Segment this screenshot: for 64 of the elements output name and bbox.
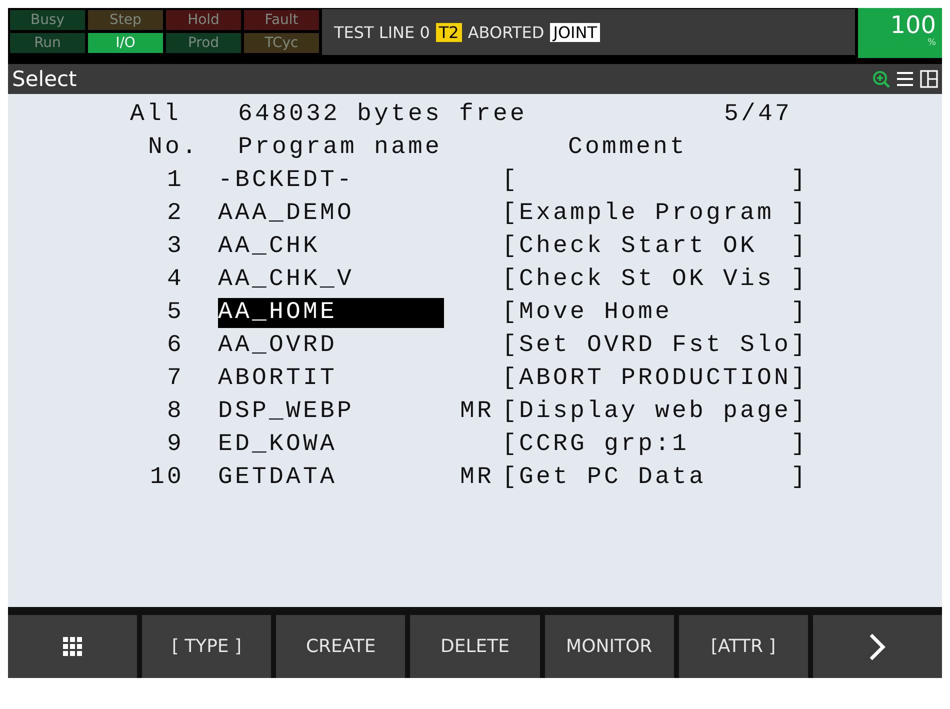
program-name[interactable]: GETDATA (218, 462, 444, 492)
program-name[interactable]: ABORTIT (218, 364, 444, 394)
status-indicator: Hold (166, 10, 241, 30)
program-name[interactable]: AAA_DEMO (218, 198, 444, 228)
grid-icon[interactable] (63, 637, 82, 656)
program-comment: [Move Home ] (502, 299, 808, 326)
menu-key[interactable] (8, 615, 138, 678)
row-number: 5 (166, 299, 184, 326)
program-comment: [Check St OK Vis ] (502, 266, 808, 293)
column-header: Program name (238, 134, 444, 161)
program-comment: [Display web page] (502, 398, 808, 425)
program-comment: [Example Program ] (502, 200, 808, 227)
program-comment: [ ] (502, 167, 808, 194)
column-header: Comment (568, 134, 688, 161)
attribute-text: MR (460, 464, 494, 491)
program-name[interactable]: DSP_WEBP (218, 396, 444, 426)
program-name[interactable]: AA_CHK_V (218, 264, 444, 294)
free-memory-text: 648032 bytes free (238, 101, 528, 128)
menu-icon[interactable] (896, 70, 914, 88)
coord-badge: JOINT (550, 22, 600, 42)
column-header: No. (148, 134, 200, 161)
function-key[interactable]: [ATTR ] (678, 615, 808, 678)
status-indicator: Busy (10, 10, 85, 30)
split-view-icon[interactable] (920, 70, 938, 88)
attribute-text: MR (460, 398, 494, 425)
row-number: 9 (166, 431, 184, 458)
program-comment: [Get PC Data ] (502, 464, 808, 491)
position-counter: 5/47 (722, 101, 792, 128)
row-number: 6 (166, 332, 184, 359)
override-unit: % (927, 38, 936, 48)
row-number: 1 (166, 167, 184, 194)
status-indicator: I/O (88, 33, 163, 53)
chevron-right-icon[interactable] (867, 632, 888, 660)
program-comment: [Set OVRD Fst Slo] (502, 332, 808, 359)
program-name[interactable]: -BCKEDT- (218, 166, 444, 196)
status-indicator: Run (10, 33, 85, 53)
mode-badge: T2 (436, 22, 462, 42)
line-text: TEST LINE 0 (334, 22, 430, 42)
state-text: ABORTED (468, 22, 544, 42)
row-number: 10 (148, 464, 184, 491)
program-comment: [ABORT PRODUCTION] (502, 365, 808, 392)
function-key[interactable]: MONITOR (544, 615, 674, 678)
program-name[interactable]: ED_KOWA (218, 430, 444, 460)
program-comment: [CCRG grp:1 ] (502, 431, 808, 458)
row-number: 8 (166, 398, 184, 425)
program-name[interactable]: AA_HOME (218, 298, 444, 328)
screen-title: Select (12, 67, 78, 91)
function-key[interactable]: DELETE (410, 615, 540, 678)
function-key[interactable]: [ TYPE ] (142, 615, 272, 678)
row-number: 3 (166, 233, 184, 260)
filter-label: All (130, 101, 182, 128)
override-value: 100 (890, 12, 936, 38)
status-indicator: Prod (166, 33, 241, 53)
status-indicator: Step (88, 10, 163, 30)
status-indicator: Fault (244, 10, 319, 30)
program-name[interactable]: AA_CHK (218, 232, 444, 262)
row-number: 2 (166, 200, 184, 227)
function-key[interactable]: CREATE (276, 615, 406, 678)
row-number: 4 (166, 266, 184, 293)
program-comment: [Check Start OK ] (502, 233, 808, 260)
status-indicator: TCyc (244, 33, 319, 53)
program-name[interactable]: AA_OVRD (218, 330, 444, 360)
zoom-icon[interactable] (872, 70, 890, 88)
row-number: 7 (166, 365, 184, 392)
